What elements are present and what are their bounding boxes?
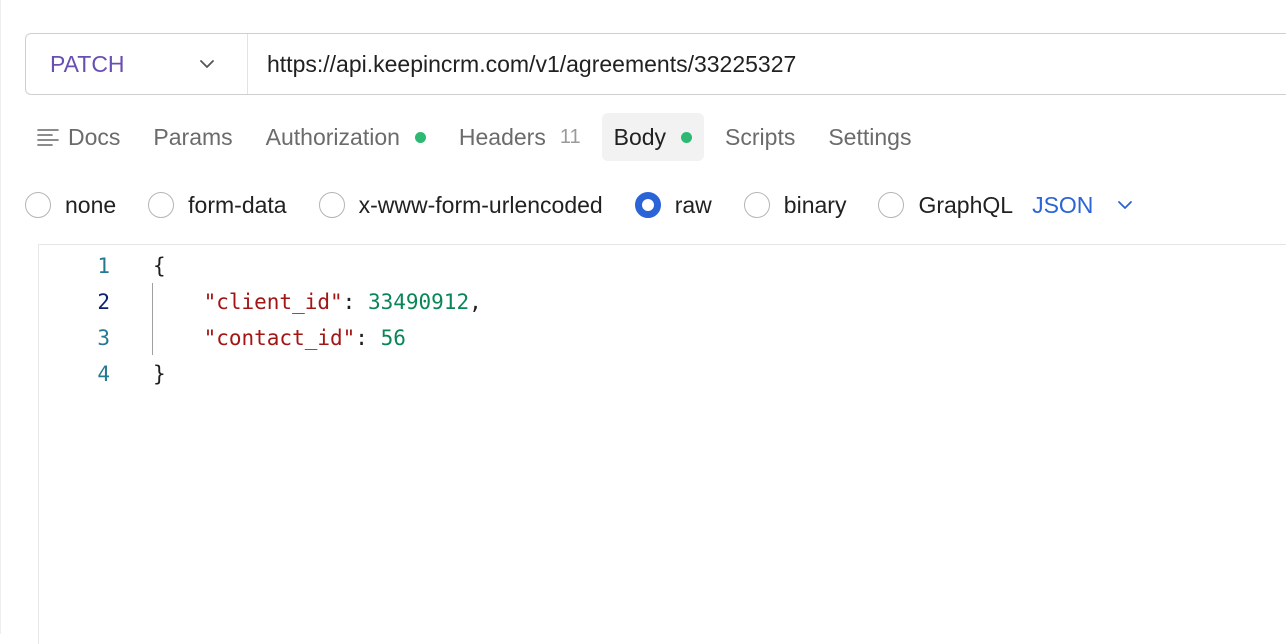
tab-body[interactable]: Body [601,113,705,161]
radio-label: binary [783,191,847,218]
body-type-none[interactable]: none [25,192,116,219]
chevron-down-icon [199,59,215,69]
radio-label: raw [674,191,712,218]
code-text: "client_id": 33490912, [153,290,482,314]
radio-label: form-data [188,191,287,218]
indent-guide [152,283,153,355]
tab-scripts[interactable]: Scripts [713,113,807,161]
json-separator: : [355,326,381,350]
radio-button[interactable] [878,192,905,218]
body-type-binary[interactable]: binary [743,191,847,219]
tab-label: Scripts [725,123,796,150]
language-select[interactable]: JSON [1032,192,1133,219]
radio-label: GraphQL [918,191,1014,218]
url-input[interactable]: https://api.keepincrm.com/v1/agreements/… [248,51,796,78]
request-tabs: Docs Params Authorization Headers 11 Bod… [25,113,932,161]
json-key: "contact_id" [203,326,356,350]
code-text: } [153,362,166,386]
body-type-form-data[interactable]: form-data [148,191,287,219]
tab-label: Authorization [265,123,400,150]
radio-label: none [65,191,117,218]
json-number: 33490912 [367,290,470,314]
language-label: JSON [1032,191,1094,218]
line-number: 2 [97,290,110,314]
tab-label: Body [613,123,667,150]
tab-headers[interactable]: Headers 11 [447,113,593,161]
editor-border [38,244,1286,245]
tab-label: Params [153,123,233,150]
code-text: "contact_id": 56 [153,326,406,350]
json-separator: : [342,290,368,314]
code-editor[interactable]: 1 { 2 "client_id": 33490912, 3 "contact_… [39,248,482,392]
method-select[interactable]: PATCH [26,34,248,94]
radio-button[interactable] [148,192,175,218]
code-line: 1 { [39,248,482,284]
body-type-graphql[interactable]: GraphQL [878,192,1013,219]
radio-label: x-www-form-urlencoded [358,191,603,218]
tab-params[interactable]: Params [141,113,244,161]
chevron-down-icon [1118,201,1133,209]
line-number: 1 [97,254,110,278]
radio-button[interactable] [318,192,345,218]
docs-icon [37,128,59,146]
line-number: 4 [97,362,110,386]
radio-button[interactable] [25,192,51,218]
tab-label: Settings [828,123,912,150]
method-label: PATCH [50,50,125,77]
status-dot [681,131,693,143]
code-line: 3 "contact_id": 56 [39,320,482,356]
code-line: 4 } [39,356,482,392]
body-type-urlencoded[interactable]: x-www-form-urlencoded [318,191,603,219]
headers-count-badge: 11 [559,125,581,148]
line-number: 3 [97,326,110,350]
request-url-bar: PATCH https://api.keepincrm.com/v1/agree… [25,33,1286,95]
body-type-options: none form-data x-www-form-urlencoded raw… [25,184,1133,226]
status-dot [414,131,426,143]
body-type-raw[interactable]: raw [634,191,712,219]
json-punctuation: , [469,290,482,314]
tab-label: Headers [458,123,546,150]
json-number: 56 [380,326,406,350]
code-text: { [153,254,166,278]
tab-label: Docs [68,123,121,150]
radio-button-selected[interactable] [634,192,661,218]
json-key: "client_id" [203,290,343,314]
window-edge [0,0,1,634]
radio-button[interactable] [743,192,770,218]
tab-authorization[interactable]: Authorization [254,113,438,161]
code-line: 2 "client_id": 33490912, [39,284,482,320]
tab-docs[interactable]: Docs [25,113,132,161]
tab-settings[interactable]: Settings [816,113,923,161]
